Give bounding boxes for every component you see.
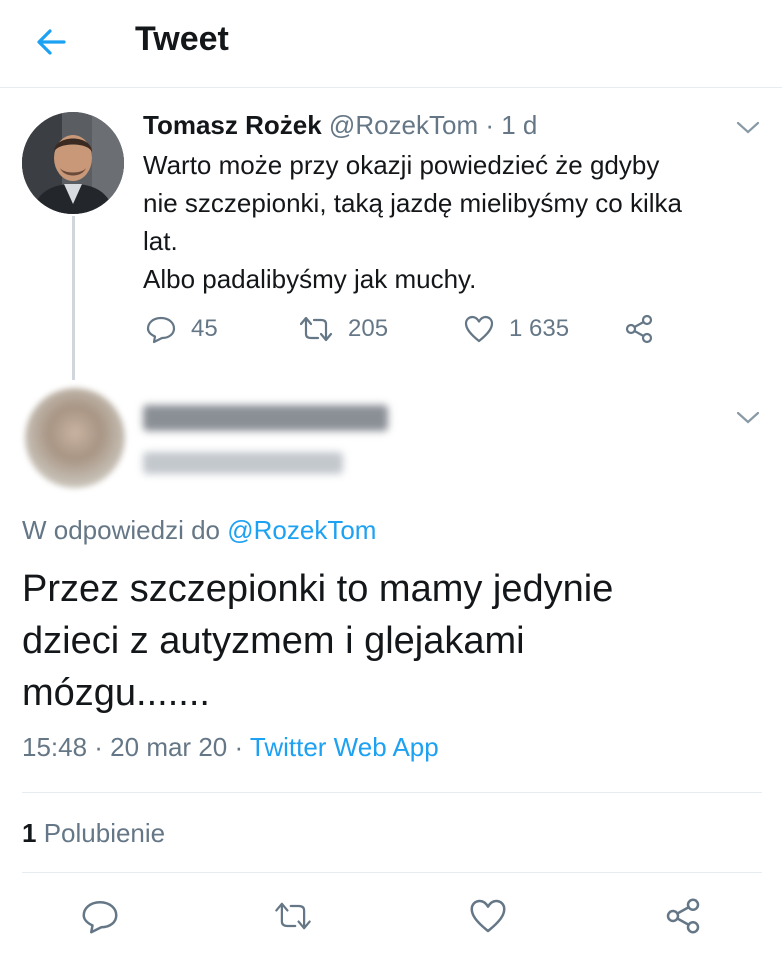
thread-connector-line bbox=[72, 216, 75, 380]
share-icon bbox=[666, 898, 700, 934]
like-button[interactable]: 1 635 bbox=[463, 313, 569, 345]
tweet-text: Warto może przy okazji powiedzieć że gdy… bbox=[143, 146, 763, 298]
reply-button[interactable]: 45 bbox=[145, 313, 218, 345]
like-count: 1 635 bbox=[509, 315, 570, 342]
retweet-icon bbox=[275, 902, 311, 930]
reply-author-avatar-blurred[interactable] bbox=[25, 388, 125, 488]
author-name[interactable]: Tomasz Rożek bbox=[143, 110, 322, 140]
likes-label: Polubienie bbox=[36, 818, 166, 848]
tweet-text-line: nie szczepionki, taką jazdę mielibyśmy c… bbox=[143, 188, 682, 218]
author-handle[interactable]: @RozekTom bbox=[329, 110, 478, 140]
reply-text-line: mózgu....... bbox=[22, 672, 210, 714]
share-button[interactable] bbox=[623, 313, 655, 345]
tweet-actions: 45 205 1 635 bbox=[143, 313, 703, 353]
comment-icon bbox=[146, 316, 176, 344]
chevron-down-icon bbox=[736, 411, 760, 424]
like-action-button[interactable] bbox=[468, 896, 508, 936]
tweet-text-line: Warto może przy okazji powiedzieć że gdy… bbox=[143, 150, 660, 180]
replying-to: W odpowiedzi do @RozekTom bbox=[22, 515, 376, 546]
reply-action-button[interactable] bbox=[80, 896, 120, 936]
chevron-down-icon bbox=[736, 121, 760, 134]
retweet-action-button[interactable] bbox=[273, 896, 313, 936]
retweet-count: 205 bbox=[348, 315, 389, 342]
replying-prefix: W odpowiedzi do bbox=[22, 515, 228, 545]
avatar-portrait-image bbox=[22, 112, 124, 214]
reply-text-line: Przez szczepionki to mamy jedynie bbox=[22, 568, 614, 610]
tweet-text-line: lat. bbox=[143, 226, 178, 256]
heart-icon bbox=[464, 315, 494, 343]
reply-author-handle-blurred[interactable] bbox=[143, 452, 343, 474]
retweet-icon bbox=[299, 316, 333, 342]
share-action-button[interactable] bbox=[663, 896, 703, 936]
share-icon bbox=[625, 314, 653, 344]
replying-to-mention[interactable]: @RozekTom bbox=[227, 515, 376, 545]
source-app-link[interactable]: Twitter Web App bbox=[250, 732, 439, 762]
divider bbox=[22, 792, 762, 793]
back-button[interactable] bbox=[30, 20, 74, 64]
timestamp-text: 15:48 · 20 mar 20 · bbox=[22, 732, 250, 762]
tweet-header: Tomasz Rożek @RozekTom · 1 d bbox=[143, 110, 537, 141]
divider bbox=[22, 872, 762, 873]
tweet-timestamp: 15:48 · 20 mar 20 · Twitter Web App bbox=[22, 732, 439, 763]
comment-icon bbox=[82, 901, 118, 934]
tweet-text-line: Albo padalibyśmy jak muchy. bbox=[143, 264, 477, 294]
heart-icon bbox=[470, 899, 506, 933]
time-separator: · bbox=[478, 110, 502, 140]
tweet-time: 1 d bbox=[501, 110, 538, 140]
likes-count: 1 bbox=[22, 818, 37, 848]
reply-count: 45 bbox=[191, 315, 218, 342]
author-avatar[interactable] bbox=[22, 112, 124, 214]
arrow-left-icon bbox=[37, 29, 66, 55]
reply-author-name-blurred[interactable] bbox=[143, 405, 388, 431]
likes-summary[interactable]: 1 Polubienie bbox=[22, 818, 165, 849]
tweet-options-button[interactable] bbox=[733, 118, 763, 138]
reply-text-line: dzieci z autyzmem i glejakami bbox=[22, 620, 525, 662]
page-title: Tweet bbox=[135, 20, 229, 58]
reply-options-button[interactable] bbox=[733, 408, 763, 428]
retweet-button[interactable]: 205 bbox=[298, 313, 388, 345]
reply-text: Przez szczepionki to mamy jedynie dzieci… bbox=[22, 563, 613, 719]
top-bar: Tweet bbox=[0, 0, 782, 88]
